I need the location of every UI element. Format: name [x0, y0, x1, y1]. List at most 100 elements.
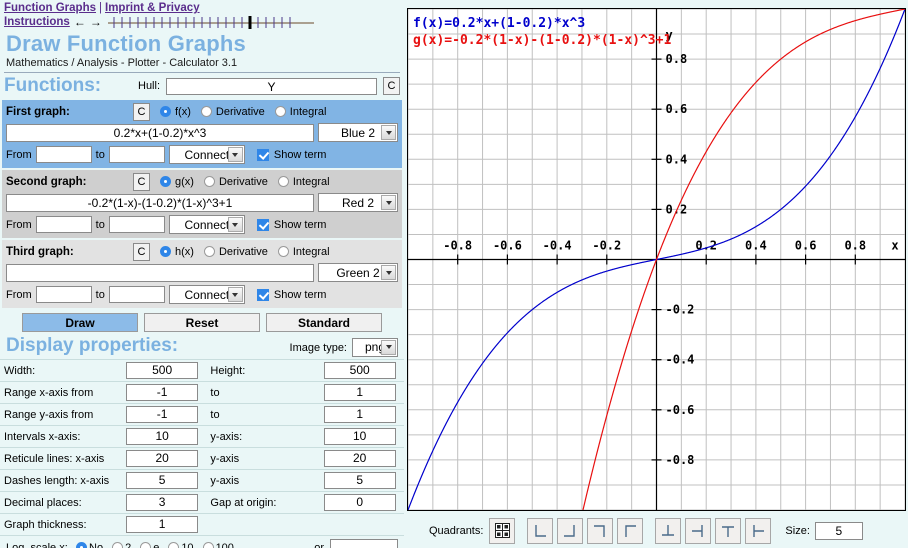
to-input-third[interactable] — [108, 286, 165, 304]
radio-icon-derivative-second[interactable] — [203, 176, 215, 188]
clear-button-first[interactable]: C — [133, 102, 150, 121]
log-scale-option-e[interactable]: e — [140, 542, 159, 548]
prop-input-height[interactable]: 500 — [323, 362, 396, 380]
log-scale-option-no[interactable]: No — [76, 542, 103, 548]
prop-input-intervals-y[interactable]: 10 — [323, 428, 396, 446]
checkbox-icon-show-term-second[interactable] — [256, 218, 269, 231]
color-select-third[interactable]: Green 2 — [318, 263, 398, 283]
radio-icon-gx-second[interactable] — [160, 176, 171, 188]
radio-derivative-second[interactable]: Derivative — [203, 176, 268, 188]
arrow-left-icon[interactable]: ← — [74, 15, 86, 29]
radio-icon-log-100[interactable] — [202, 542, 214, 548]
checkbox-icon-show-term-first[interactable] — [256, 148, 269, 161]
to-input-second[interactable] — [108, 216, 165, 234]
radio-gx-second[interactable]: g(x) — [160, 176, 194, 188]
log-scale-option-10[interactable]: 10 — [168, 542, 194, 548]
quadrant-all-button[interactable] — [489, 517, 516, 544]
half-left-button[interactable] — [685, 517, 712, 544]
radio-integral-third[interactable]: Integral — [277, 246, 330, 258]
chevron-down-icon-second[interactable] — [381, 195, 396, 211]
quadrant-upper-left-button[interactable] — [617, 517, 644, 544]
log-scale-option-2[interactable]: 2 — [112, 542, 131, 548]
half-right-button[interactable] — [745, 517, 772, 544]
prop-input-xfrom[interactable]: -1 — [126, 384, 199, 402]
term-input-first[interactable]: 0.2*x+(1-0.2)*x^3 — [6, 123, 314, 142]
term-input-second[interactable]: -0.2*(1-x)-(1-0.2)*(1-x)^3+1 — [6, 193, 314, 212]
radio-icon-derivative-third[interactable] — [203, 246, 215, 258]
show-term-second[interactable]: Show term — [256, 218, 326, 231]
prop-input-dashes-x[interactable]: 5 — [126, 472, 199, 490]
prop-input-decimal-places[interactable]: 3 — [126, 494, 199, 512]
from-input-first[interactable] — [35, 146, 92, 164]
log-scale-or-input[interactable] — [330, 539, 398, 548]
prop-input-intervals-x[interactable]: 10 — [126, 428, 199, 446]
prop-input-yfrom[interactable]: -1 — [126, 406, 199, 424]
prop-input-yto[interactable]: 1 — [323, 406, 396, 424]
chevron-down-icon-first[interactable] — [381, 125, 396, 141]
radio-integral-second[interactable]: Integral — [277, 176, 330, 188]
chevron-down-icon-connect-second[interactable] — [227, 217, 243, 233]
color-select-first[interactable]: Blue 2 — [318, 123, 398, 143]
radio-fx-first[interactable]: f(x) — [160, 106, 191, 118]
reset-button[interactable]: Reset — [144, 313, 260, 333]
radio-derivative-third[interactable]: Derivative — [203, 246, 268, 258]
term-input-third[interactable] — [6, 263, 314, 282]
scale-ruler[interactable] — [106, 15, 400, 29]
size-input[interactable]: 5 — [814, 521, 863, 540]
link-imprint-privacy[interactable]: Imprint & Privacy — [105, 2, 200, 14]
quadrant-lower-left-button[interactable] — [527, 517, 554, 544]
prop-label2: y-axis: — [206, 425, 316, 448]
draw-button[interactable]: Draw — [22, 313, 138, 333]
radio-icon-log-no[interactable] — [76, 542, 87, 548]
prop-input-width[interactable]: 500 — [126, 362, 199, 380]
radio-derivative-first[interactable]: Derivative — [200, 106, 265, 118]
quadrant-lower-right-button[interactable] — [557, 517, 584, 544]
radio-icon-hx-third[interactable] — [160, 246, 171, 258]
prop-label: Reticule lines: x-axis — [0, 447, 118, 470]
chevron-down-icon-third[interactable] — [381, 265, 396, 281]
from-input-third[interactable] — [35, 286, 92, 304]
radio-icon-integral-second[interactable] — [277, 176, 289, 188]
clear-button-third[interactable]: C — [133, 242, 150, 261]
prop-input-reticule-x[interactable]: 20 — [126, 450, 199, 468]
chevron-down-icon-image-type[interactable] — [381, 339, 396, 355]
radio-icon-fx-first[interactable] — [160, 106, 171, 118]
quadrant-upper-right-button[interactable] — [587, 517, 614, 544]
chevron-down-icon-connect-first[interactable] — [227, 147, 243, 163]
radio-icon-log-2[interactable] — [112, 542, 124, 548]
checkbox-icon-show-term-third[interactable] — [256, 288, 269, 301]
radio-integral-first[interactable]: Integral — [274, 106, 327, 118]
image-type-select[interactable]: png — [352, 337, 398, 357]
color-select-second[interactable]: Red 2 — [318, 193, 398, 213]
hull-clear-button[interactable]: C — [383, 77, 400, 96]
connect-select-third[interactable]: Connect — [168, 285, 245, 305]
prop-input-reticule-y[interactable]: 20 — [323, 450, 396, 468]
half-upper-button[interactable] — [655, 517, 682, 544]
prop-input-thickness[interactable]: 1 — [126, 516, 199, 534]
clear-button-second[interactable]: C — [133, 172, 150, 191]
connect-select-first[interactable]: Connect — [168, 145, 245, 165]
half-lower-button[interactable] — [715, 517, 742, 544]
radio-icon-integral-first[interactable] — [274, 106, 286, 118]
link-instructions[interactable]: Instructions — [4, 16, 70, 28]
connect-select-second[interactable]: Connect — [168, 215, 245, 235]
arrow-right-icon[interactable]: → — [90, 15, 102, 29]
chevron-down-icon-connect-third[interactable] — [227, 287, 243, 303]
log-scale-option-100[interactable]: 100 — [202, 542, 234, 548]
show-term-third[interactable]: Show term — [256, 288, 326, 301]
prop-input-xto[interactable]: 1 — [323, 384, 396, 402]
standard-button[interactable]: Standard — [266, 313, 382, 333]
function-plot[interactable]: -0.8 -0.6 -0.4 -0.2 0.2 0.4 0.6 0.8 -0.8 -0.6 -0.4… — [407, 8, 906, 511]
radio-icon-integral-third[interactable] — [277, 246, 289, 258]
hull-input[interactable]: Y — [166, 77, 377, 95]
from-input-second[interactable] — [35, 216, 92, 234]
link-function-graphs[interactable]: Function Graphs — [4, 2, 96, 14]
prop-input-gap-origin[interactable]: 0 — [323, 494, 396, 512]
radio-icon-log-10[interactable] — [168, 542, 180, 548]
show-term-first[interactable]: Show term — [256, 148, 326, 161]
radio-hx-third[interactable]: h(x) — [160, 246, 194, 258]
radio-icon-log-e[interactable] — [140, 542, 152, 548]
radio-icon-derivative-first[interactable] — [200, 106, 212, 118]
prop-input-dashes-y[interactable]: 5 — [323, 472, 396, 490]
to-input-first[interactable] — [108, 146, 165, 164]
